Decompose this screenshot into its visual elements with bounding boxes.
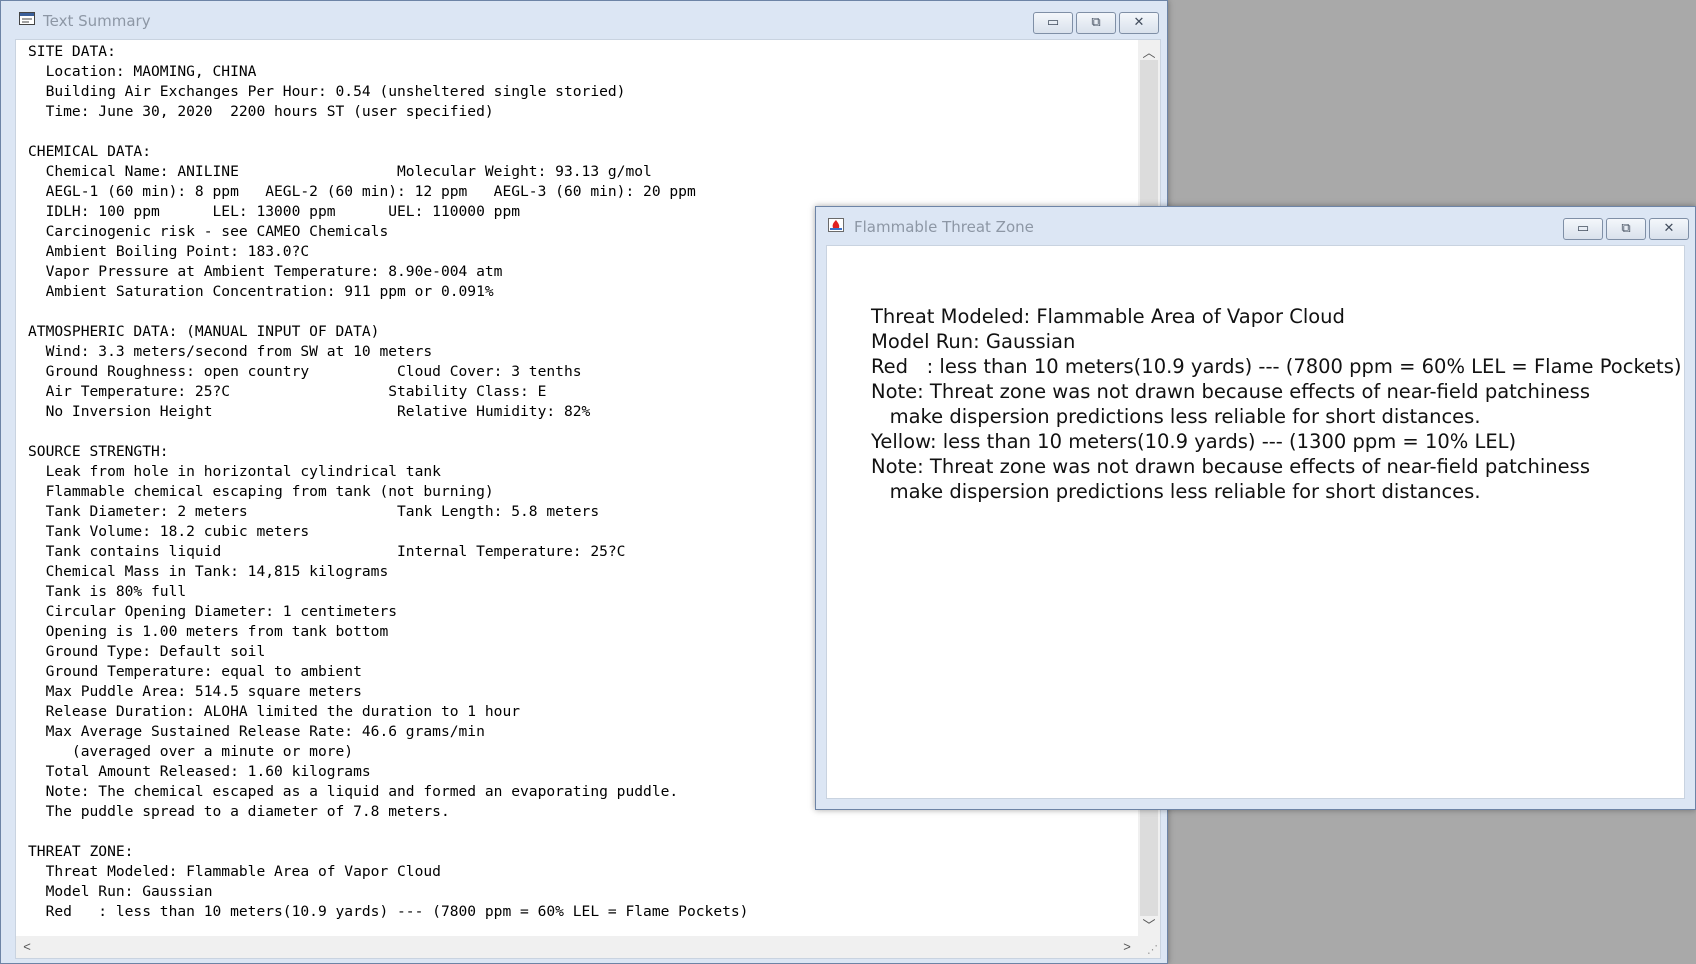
maximize-button[interactable]: ⧉ <box>1606 218 1646 240</box>
minimize-button[interactable]: ▭ <box>1563 218 1603 240</box>
scroll-up-arrow-icon[interactable]: ︿ <box>1138 42 1160 61</box>
horizontal-scrollbar[interactable]: < > ⋰ <box>16 936 1160 958</box>
scroll-right-arrow-icon[interactable]: > <box>1116 939 1138 954</box>
close-button[interactable]: ✕ <box>1119 12 1159 34</box>
minimize-button[interactable]: ▭ <box>1033 12 1073 34</box>
threat-zone-content-area[interactable]: Threat Modeled: Flammable Area of Vapor … <box>826 245 1685 799</box>
document-icon <box>19 12 35 25</box>
scroll-left-arrow-icon[interactable]: < <box>16 939 38 954</box>
maximize-button[interactable]: ⧉ <box>1076 12 1116 34</box>
text-summary-titlebar[interactable]: Text Summary ▭ ⧉ ✕ <box>1 1 1167 35</box>
resize-grip-icon[interactable]: ⋰ <box>1147 943 1158 956</box>
flame-app-icon <box>828 218 844 232</box>
window-title: Text Summary <box>43 12 151 30</box>
threat-zone-content: Threat Modeled: Flammable Area of Vapor … <box>871 305 1682 503</box>
scroll-down-arrow-icon[interactable]: ﹀ <box>1138 915 1160 934</box>
text-summary-content: SITE DATA: Location: MAOMING, CHINA Buil… <box>28 43 749 920</box>
window-title: Flammable Threat Zone <box>854 218 1034 236</box>
threat-zone-titlebar[interactable]: Flammable Threat Zone ▭ ⧉ ✕ <box>816 207 1695 241</box>
flammable-threat-zone-window[interactable]: Flammable Threat Zone ▭ ⧉ ✕ Threat Model… <box>815 206 1696 810</box>
close-button[interactable]: ✕ <box>1649 218 1689 240</box>
